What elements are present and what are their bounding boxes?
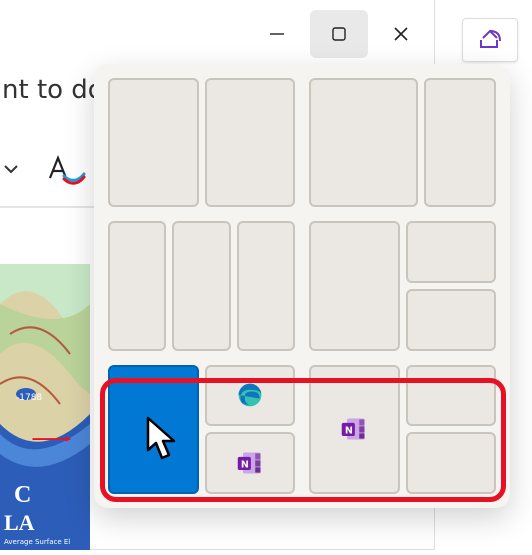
snap-layouts-flyout: N N — [94, 64, 510, 508]
share-icon — [477, 28, 503, 52]
snap-layout-three-columns[interactable] — [108, 221, 295, 350]
snap-zone[interactable] — [424, 78, 496, 207]
close-icon — [392, 25, 410, 43]
snap-zone[interactable] — [108, 221, 166, 350]
snap-zone-selected[interactable] — [108, 365, 199, 494]
text-effects-icon[interactable] — [44, 152, 86, 186]
snap-zone[interactable] — [309, 221, 400, 350]
snap-layout-left-half-two-right[interactable]: N — [108, 365, 295, 494]
window-titlebar — [0, 0, 434, 68]
close-button[interactable] — [372, 10, 430, 58]
svg-text:LA: LA — [4, 510, 35, 535]
snap-layout-fifty-fifty[interactable] — [108, 78, 295, 207]
svg-text:C: C — [14, 482, 31, 508]
minimize-button[interactable] — [248, 10, 306, 58]
snap-zone[interactable] — [309, 78, 418, 207]
svg-text:N: N — [345, 426, 353, 437]
snap-layout-left-half-right-stack[interactable]: N — [309, 365, 496, 494]
maximize-icon — [330, 25, 348, 43]
chevron-down-icon[interactable] — [0, 158, 22, 180]
snap-zone-edge[interactable] — [205, 365, 296, 427]
snap-zone[interactable] — [108, 78, 199, 207]
snap-zone[interactable] — [406, 289, 497, 351]
snap-zone-onenote[interactable]: N — [205, 432, 296, 494]
svg-text:N: N — [241, 460, 249, 471]
snap-layout-seventy-thirty[interactable] — [309, 78, 496, 207]
snap-zone[interactable] — [237, 221, 295, 350]
minimize-icon — [268, 25, 286, 43]
onenote-icon: N — [340, 415, 368, 443]
ribbon-tools — [0, 152, 86, 186]
snap-zone[interactable] — [406, 221, 497, 283]
svg-text:-1788: -1788 — [16, 393, 42, 403]
onenote-icon: N — [236, 449, 264, 477]
snap-zone[interactable] — [406, 365, 497, 427]
edge-icon — [236, 381, 264, 409]
document-map-image: -1788 C LA Average Surface El — [0, 264, 90, 550]
snap-zone[interactable] — [406, 432, 497, 494]
svg-text:Average Surface El: Average Surface El — [4, 538, 70, 546]
snap-zone[interactable] — [172, 221, 230, 350]
share-button[interactable] — [462, 18, 518, 62]
screenshot-scene: nt to do -1788 C — [0, 0, 532, 555]
snap-layout-fifty-fifty-quarters[interactable] — [309, 221, 496, 350]
snap-zone-onenote[interactable]: N — [309, 365, 400, 494]
snap-zone[interactable] — [205, 78, 296, 207]
maximize-button[interactable] — [310, 10, 368, 58]
